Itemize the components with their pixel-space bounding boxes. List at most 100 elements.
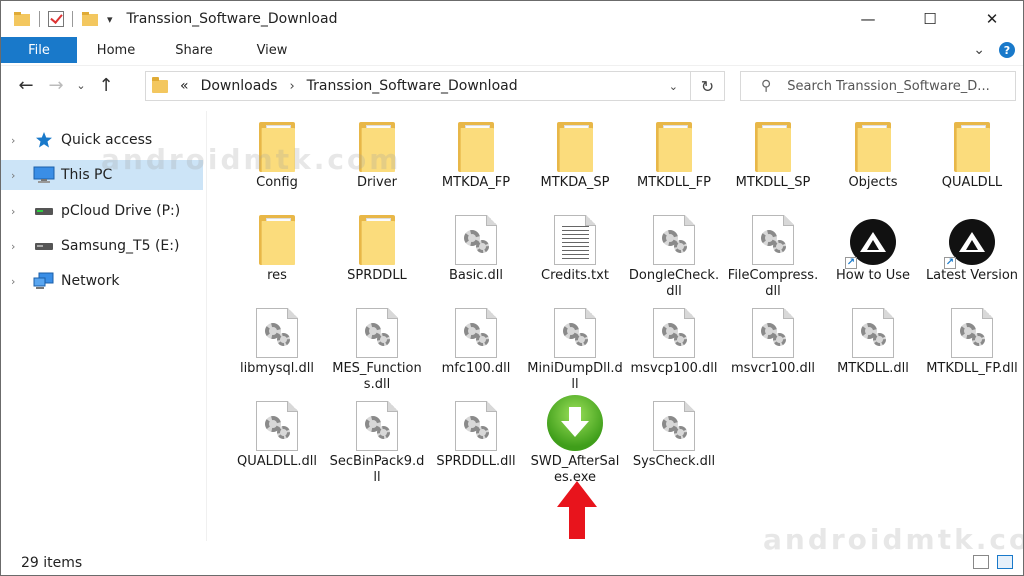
chevron-right-icon[interactable]: › bbox=[11, 134, 25, 147]
breadcrumb-current[interactable]: Transsion_Software_Download bbox=[307, 78, 518, 94]
recent-locations-icon[interactable]: ⌄ bbox=[71, 71, 91, 101]
file-label: Driver bbox=[356, 175, 397, 190]
file-item[interactable]: Basic.dll bbox=[426, 209, 526, 284]
folder-icon bbox=[347, 209, 407, 265]
shortcut-arrow-icon: ↗ bbox=[944, 257, 956, 269]
file-label: MTKDA_SP bbox=[540, 175, 610, 190]
file-item[interactable]: MTKDA_SP bbox=[525, 116, 625, 191]
details-view-icon[interactable] bbox=[973, 555, 989, 569]
search-input[interactable] bbox=[787, 78, 1008, 94]
file-item[interactable]: DongleCheck.dll bbox=[624, 209, 724, 300]
file-item[interactable]: MTKDLL_SP bbox=[723, 116, 823, 191]
chevron-right-icon[interactable]: › bbox=[11, 169, 25, 182]
file-item[interactable]: SPRDDLL.dll bbox=[426, 395, 526, 470]
chevron-right-icon[interactable]: › bbox=[11, 205, 25, 218]
breadcrumb-overflow[interactable]: « bbox=[180, 78, 189, 94]
file-item[interactable]: ↗ Latest Version bbox=[922, 209, 1022, 284]
file-item[interactable]: msvcp100.dll bbox=[624, 302, 724, 377]
file-item[interactable]: MES_Functions.dll bbox=[327, 302, 427, 393]
file-label: SysCheck.dll bbox=[632, 454, 716, 469]
help-icon[interactable]: ? bbox=[999, 42, 1015, 58]
tab-share[interactable]: Share bbox=[155, 43, 233, 58]
breadcrumb-downloads[interactable]: Downloads bbox=[201, 78, 278, 94]
file-item[interactable]: QUALDLL bbox=[922, 116, 1022, 191]
file-item[interactable]: Objects bbox=[823, 116, 923, 191]
back-button[interactable]: ← bbox=[11, 71, 41, 101]
close-button[interactable]: ✕ bbox=[961, 1, 1023, 37]
dll-file-icon bbox=[644, 395, 704, 451]
file-label: MTKDLL_SP bbox=[735, 175, 811, 190]
forward-button[interactable]: → bbox=[41, 71, 71, 101]
breadcrumb-separator[interactable]: › bbox=[289, 79, 294, 94]
minimize-button[interactable]: — bbox=[837, 1, 899, 37]
network-icon bbox=[33, 272, 55, 290]
folder-icon bbox=[152, 76, 168, 93]
refresh-button[interactable]: ↻ bbox=[690, 72, 724, 100]
file-item[interactable]: QUALDLL.dll bbox=[227, 395, 327, 470]
file-label: QUALDLL.dll bbox=[237, 454, 317, 469]
annotation-arrow-icon bbox=[557, 481, 597, 539]
file-label: MTKDLL_FP.dll bbox=[926, 361, 1018, 376]
expand-ribbon-icon[interactable]: ⌄ bbox=[973, 42, 985, 58]
dll-file-icon bbox=[743, 302, 803, 358]
file-label: Credits.txt bbox=[541, 268, 609, 283]
title-bar: ▾ Transsion_Software_Download — ☐ ✕ bbox=[1, 1, 1023, 37]
chevron-right-icon[interactable]: › bbox=[11, 240, 25, 253]
file-item[interactable]: MTKDLL.dll bbox=[823, 302, 923, 377]
file-label: MES_Functions.dll bbox=[332, 361, 422, 392]
address-row: ← → ⌄ ↑ « Downloads › Transsion_Software… bbox=[1, 65, 1023, 105]
address-bar[interactable]: « Downloads › Transsion_Software_Downloa… bbox=[145, 71, 725, 101]
tab-home[interactable]: Home bbox=[77, 43, 155, 58]
search-box[interactable]: ⚲ bbox=[740, 71, 1016, 101]
search-icon: ⚲ bbox=[761, 78, 772, 94]
customize-toolbar-icon[interactable]: ▾ bbox=[107, 13, 113, 26]
sidebar-item-network[interactable]: › Network bbox=[1, 266, 203, 296]
window-controls: — ☐ ✕ bbox=[837, 1, 1023, 37]
file-item[interactable]: MiniDumpDll.dll bbox=[525, 302, 625, 393]
file-item[interactable]: Credits.txt bbox=[525, 209, 625, 284]
shortcut-arrow-icon: ↗ bbox=[845, 257, 857, 269]
view-toggle bbox=[973, 555, 1013, 569]
folder-icon[interactable] bbox=[13, 11, 31, 27]
file-label: msvcr100.dll bbox=[730, 361, 816, 376]
file-item[interactable]: FileCompress.dll bbox=[723, 209, 823, 300]
file-label: FileCompress.dll bbox=[727, 268, 819, 299]
shortcut-icon: ↗ bbox=[843, 209, 903, 269]
dll-file-icon bbox=[843, 302, 903, 358]
file-item[interactable]: res bbox=[227, 209, 327, 284]
file-item[interactable]: libmysql.dll bbox=[227, 302, 327, 377]
file-item[interactable]: SecBinPack9.dll bbox=[327, 395, 427, 486]
file-label: MTKDLL_FP bbox=[637, 175, 711, 190]
explorer-window: ▾ Transsion_Software_Download — ☐ ✕ File… bbox=[0, 0, 1024, 576]
file-item[interactable]: mfc100.dll bbox=[426, 302, 526, 377]
large-icons-view-icon[interactable] bbox=[997, 555, 1013, 569]
file-item[interactable]: SysCheck.dll bbox=[624, 395, 724, 470]
sidebar-item-pcloud-drive[interactable]: › pCloud Drive (P:) bbox=[1, 196, 203, 226]
download-app-icon bbox=[545, 395, 605, 451]
file-label: MTKDA_FP bbox=[441, 175, 511, 190]
up-button[interactable]: ↑ bbox=[91, 71, 121, 101]
star-icon bbox=[33, 131, 55, 149]
file-item[interactable]: ↗ How to Use bbox=[823, 209, 923, 284]
drive-icon bbox=[33, 237, 55, 255]
new-folder-icon[interactable] bbox=[81, 11, 99, 27]
file-item[interactable]: SWD_AfterSales.exe bbox=[525, 395, 625, 486]
file-label: mfc100.dll bbox=[441, 361, 511, 376]
file-item[interactable]: MTKDA_FP bbox=[426, 116, 526, 191]
folder-icon bbox=[942, 116, 1002, 172]
shortcut-icon: ↗ bbox=[942, 209, 1002, 269]
computer-icon bbox=[33, 166, 55, 184]
window-title: Transsion_Software_Download bbox=[126, 11, 338, 27]
address-dropdown-icon[interactable]: ⌄ bbox=[669, 80, 678, 93]
properties-icon[interactable] bbox=[48, 11, 64, 27]
chevron-right-icon[interactable]: › bbox=[11, 275, 25, 288]
file-item[interactable]: SPRDDLL bbox=[327, 209, 427, 284]
maximize-button[interactable]: ☐ bbox=[899, 1, 961, 37]
tab-view[interactable]: View bbox=[233, 43, 311, 58]
file-item[interactable]: MTKDLL_FP.dll bbox=[922, 302, 1022, 377]
sidebar-item-samsung-t5[interactable]: › Samsung_T5 (E:) bbox=[1, 231, 203, 261]
tab-file[interactable]: File bbox=[1, 37, 77, 63]
file-item[interactable]: MTKDLL_FP bbox=[624, 116, 724, 191]
file-item[interactable]: msvcr100.dll bbox=[723, 302, 823, 377]
quick-access-toolbar: ▾ bbox=[13, 11, 113, 27]
